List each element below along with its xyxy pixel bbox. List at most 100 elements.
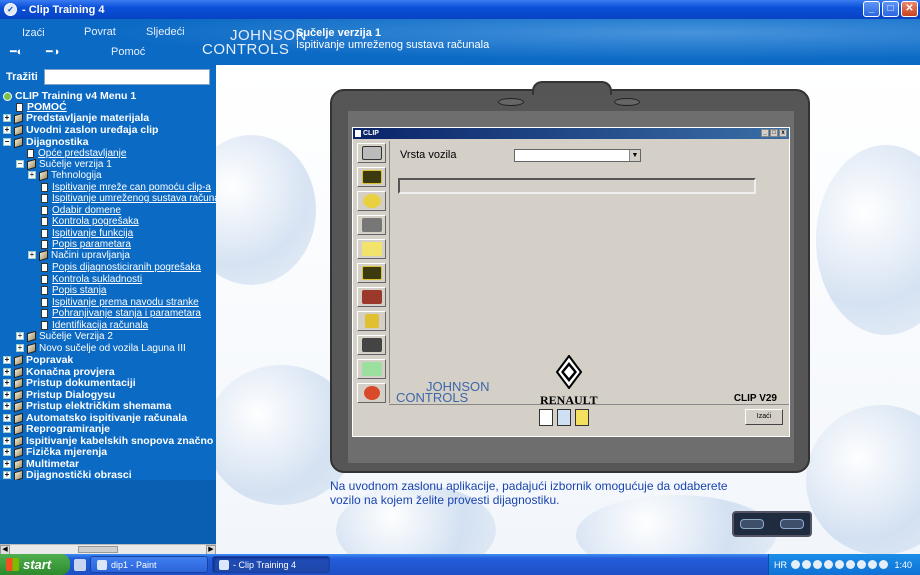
navigation-tree: CLIP Training v4 Menu 1 POMOĆ + Predstavl…	[0, 88, 216, 480]
battery-button[interactable]	[357, 311, 386, 331]
battery-icon	[364, 314, 379, 328]
vehicle-type-select[interactable]: ▼	[514, 149, 641, 162]
tray-icon[interactable]	[802, 560, 811, 569]
book-icon	[39, 169, 48, 182]
tree-item[interactable]: + Tehnologija	[28, 169, 102, 182]
back-nav-link[interactable]: Povrat	[84, 26, 116, 38]
expand-icon[interactable]: +	[3, 114, 11, 123]
expand-icon[interactable]: +	[3, 368, 11, 377]
expand-icon[interactable]: +	[3, 126, 11, 135]
expand-icon[interactable]: +	[3, 402, 11, 411]
ecu-button[interactable]	[357, 215, 386, 235]
tray-icon[interactable]	[824, 560, 833, 569]
clip-icon	[219, 559, 229, 570]
next-slide-button[interactable]	[780, 519, 804, 529]
expand-icon[interactable]: +	[3, 471, 11, 480]
book-icon	[14, 377, 23, 389]
clip-close-button[interactable]: x	[779, 129, 787, 137]
tray-icon[interactable]	[791, 560, 800, 569]
tree-item[interactable]: + Načini upravljanja	[28, 249, 130, 262]
tree-item[interactable]: Pohranjivanje stanja i parametara	[41, 308, 201, 320]
book-icon	[14, 354, 23, 366]
horizontal-scrollbar[interactable]: ◀ ▶	[0, 544, 216, 555]
expand-icon[interactable]: +	[3, 437, 11, 446]
tree-item[interactable]: + Fizička mjerenja	[3, 446, 107, 458]
chevron-down-icon[interactable]: ▼	[629, 150, 640, 161]
start-button[interactable]: start	[0, 554, 70, 575]
tree-item[interactable]: + Sučelje Verzija 2	[16, 330, 113, 343]
help-button[interactable]	[575, 409, 589, 426]
collapse-icon[interactable]: −	[3, 138, 11, 147]
expand-icon[interactable]: +	[3, 414, 11, 423]
tray-icon[interactable]	[857, 560, 866, 569]
help-nav-link[interactable]: Pomoć	[111, 46, 145, 58]
tray-icon[interactable]	[879, 560, 888, 569]
tray-icon[interactable]	[813, 560, 822, 569]
manual-button[interactable]	[357, 287, 386, 307]
tree-item[interactable]: + Pristup električkim shemama	[3, 400, 171, 412]
tree-item[interactable]: Popis stanja	[41, 285, 106, 297]
forward-arrow-icon[interactable]: ━◑	[46, 45, 59, 58]
tree-item[interactable]: Kontrola pogrešaka	[41, 216, 139, 228]
maximize-button[interactable]: □	[882, 1, 899, 17]
minimize-button[interactable]: _	[863, 1, 880, 17]
taskbar-item-paint[interactable]: dip1 - Paint	[90, 556, 208, 573]
page-icon	[41, 216, 48, 226]
user-button[interactable]	[357, 383, 386, 403]
renault-logo-icon	[556, 355, 582, 389]
expand-icon[interactable]: +	[28, 171, 36, 180]
clip-logo-icon	[361, 146, 382, 160]
open-book-icon	[27, 158, 36, 171]
expand-icon[interactable]: +	[16, 344, 24, 353]
background-decoration	[216, 135, 316, 285]
print-button[interactable]	[557, 409, 571, 426]
book-icon	[27, 330, 36, 343]
taskbar-item-clip-training[interactable]: - Clip Training 4	[212, 556, 330, 573]
plug-icon	[361, 338, 382, 352]
tree-item[interactable]: + Dijagnostički obrasci	[3, 469, 132, 480]
expand-icon[interactable]: +	[3, 356, 11, 365]
oscilloscope-button[interactable]	[357, 167, 386, 187]
tree-item-selected[interactable]: Ispitivanje umreženog sustava računala	[41, 193, 216, 205]
clip-minimize-button[interactable]: _	[761, 129, 769, 137]
diamond-button[interactable]	[357, 359, 386, 379]
tree-item[interactable]: + Uvodni zaslon uređaja clip	[3, 124, 158, 136]
multimeter-button[interactable]	[357, 191, 386, 211]
search-input[interactable]	[43, 68, 210, 85]
tray-icon[interactable]	[835, 560, 844, 569]
tree-item[interactable]: + Reprogramiranje	[3, 423, 110, 435]
tray-icon[interactable]	[846, 560, 855, 569]
quick-launch-icon[interactable]	[74, 558, 86, 571]
expand-icon[interactable]: +	[3, 379, 11, 388]
expand-icon[interactable]: +	[3, 448, 11, 457]
close-button[interactable]: ✕	[901, 1, 918, 17]
back-arrow-icon[interactable]: ━◐	[10, 45, 23, 58]
clip-home-button[interactable]	[357, 143, 386, 163]
signal-button[interactable]	[357, 263, 386, 283]
language-indicator[interactable]: HR	[774, 560, 787, 570]
expand-icon[interactable]: +	[3, 391, 11, 400]
exit-button[interactable]: Izaći	[745, 409, 783, 425]
collapse-icon[interactable]: −	[16, 160, 24, 169]
tray-icon[interactable]	[868, 560, 877, 569]
expand-icon[interactable]: +	[3, 460, 11, 469]
tree-item[interactable]: + Pristup dokumentaciji	[3, 377, 136, 389]
exit-nav-link[interactable]: Izaći	[22, 27, 45, 39]
connector-button[interactable]	[357, 335, 386, 355]
expand-icon[interactable]: +	[16, 332, 24, 341]
expand-icon[interactable]: +	[3, 425, 11, 434]
taskbar: start dip1 - Paint - Clip Training 4 HR …	[0, 554, 920, 575]
next-nav-link[interactable]: Sljedeći	[146, 26, 185, 38]
page-icon	[41, 239, 48, 249]
tree-item[interactable]: + Popravak	[3, 354, 73, 366]
expand-icon[interactable]: +	[28, 251, 36, 260]
previous-slide-button[interactable]	[740, 519, 764, 529]
clip-maximize-button[interactable]: □	[770, 129, 778, 137]
spark-button[interactable]	[357, 239, 386, 259]
scroll-thumb[interactable]	[78, 546, 118, 553]
document-button[interactable]	[539, 409, 553, 426]
tree-item[interactable]: − Dijagnostika	[3, 136, 88, 148]
johnson-controls-logo: JOHNSON CONTROLS	[396, 379, 490, 405]
tree-item[interactable]: + Predstavljanje materijala	[3, 112, 149, 124]
tree-item[interactable]: Popis dijagnosticiranih pogrešaka	[41, 262, 201, 274]
